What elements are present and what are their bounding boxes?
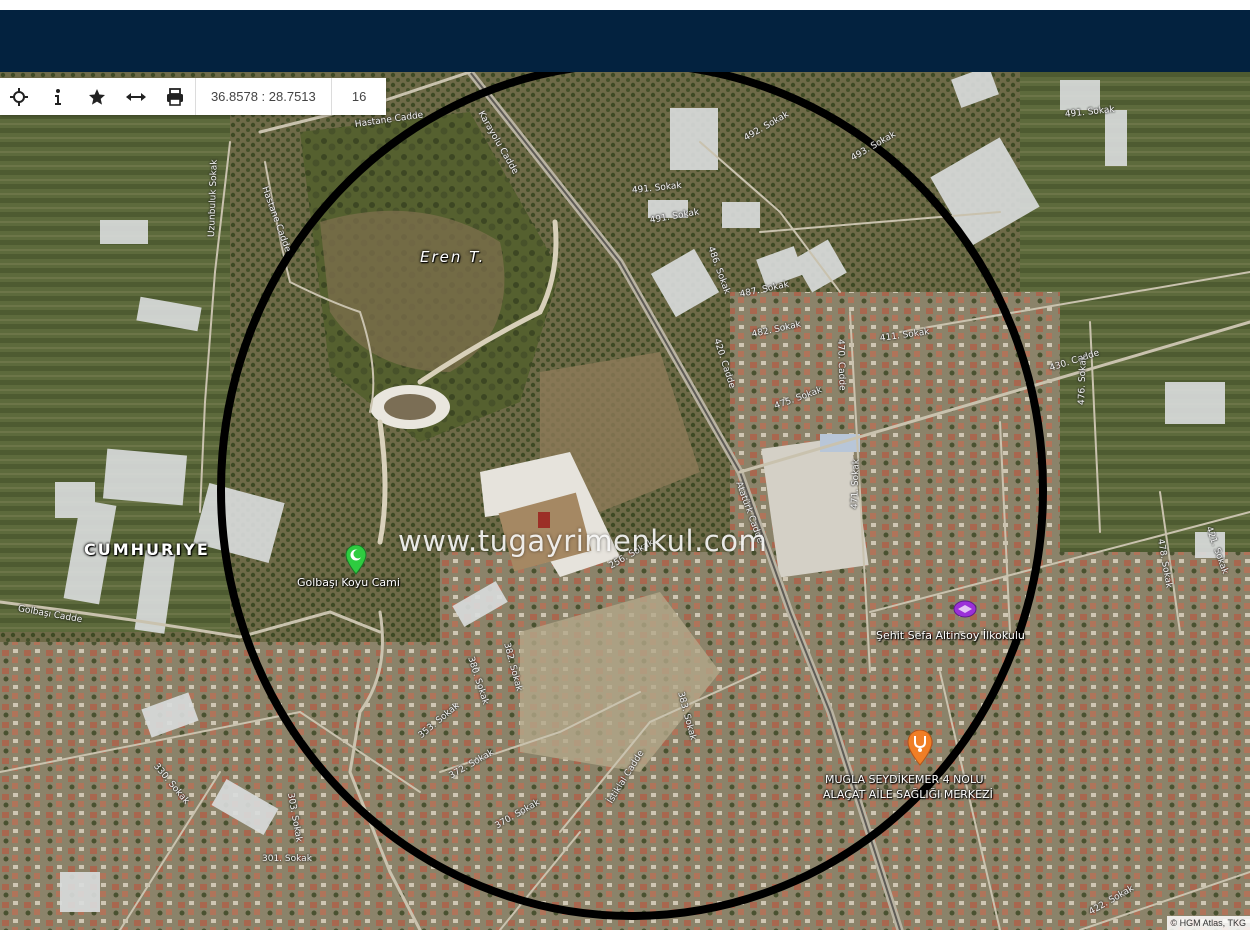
health-marker-icon[interactable] xyxy=(907,729,933,771)
poi-label-health-line1[interactable]: MUGLA SEYDİKEMER 4 NOLU xyxy=(825,773,984,786)
measure-button[interactable] xyxy=(117,78,156,115)
school-marker-icon[interactable] xyxy=(953,599,977,624)
attribution-text: © HGM Atlas, TKG xyxy=(1170,918,1246,928)
map-toolbar: 36.8578 : 28.7513 16 xyxy=(0,78,386,115)
printer-icon xyxy=(167,87,184,106)
crosshair-icon xyxy=(10,87,29,106)
zoom-level: 16 xyxy=(331,78,386,115)
hill-label-eren: Eren T. xyxy=(420,248,486,266)
map-attribution[interactable]: © HGM Atlas, TKG xyxy=(1166,916,1250,930)
mosque-marker-icon[interactable] xyxy=(345,544,367,580)
poi-label-school[interactable]: Şehit Sefa Altinsoy İlkokulu xyxy=(876,629,1025,642)
street-label: 301. Sokak xyxy=(262,854,312,864)
poi-label-health-line2[interactable]: ALAÇAT AİLE SAĞLIĞI MERKEZİ xyxy=(823,788,993,801)
top-margin xyxy=(0,0,1250,10)
area-label-cumhuriye: CUMHURIYE xyxy=(84,540,210,559)
street-label: 471. Sokak xyxy=(850,458,862,510)
locate-button[interactable] xyxy=(0,78,39,115)
header-bar xyxy=(0,10,1250,72)
street-label: 470. Cadde xyxy=(835,338,847,391)
print-button[interactable] xyxy=(156,78,195,115)
favorite-button[interactable] xyxy=(78,78,117,115)
info-icon xyxy=(55,88,62,105)
coordinates-readout: 36.8578 : 28.7513 xyxy=(194,78,332,115)
watermark-text: www.tugayrimenkul.com xyxy=(398,524,768,558)
measure-arrows-icon xyxy=(126,92,147,101)
street-label: 476. Sokak xyxy=(1077,354,1089,406)
info-button[interactable] xyxy=(39,78,78,115)
star-icon xyxy=(89,88,106,105)
map-view[interactable]: CUMHURIYE Eren T. Golbaşı Koyu Cami Şehi… xyxy=(0,72,1250,930)
